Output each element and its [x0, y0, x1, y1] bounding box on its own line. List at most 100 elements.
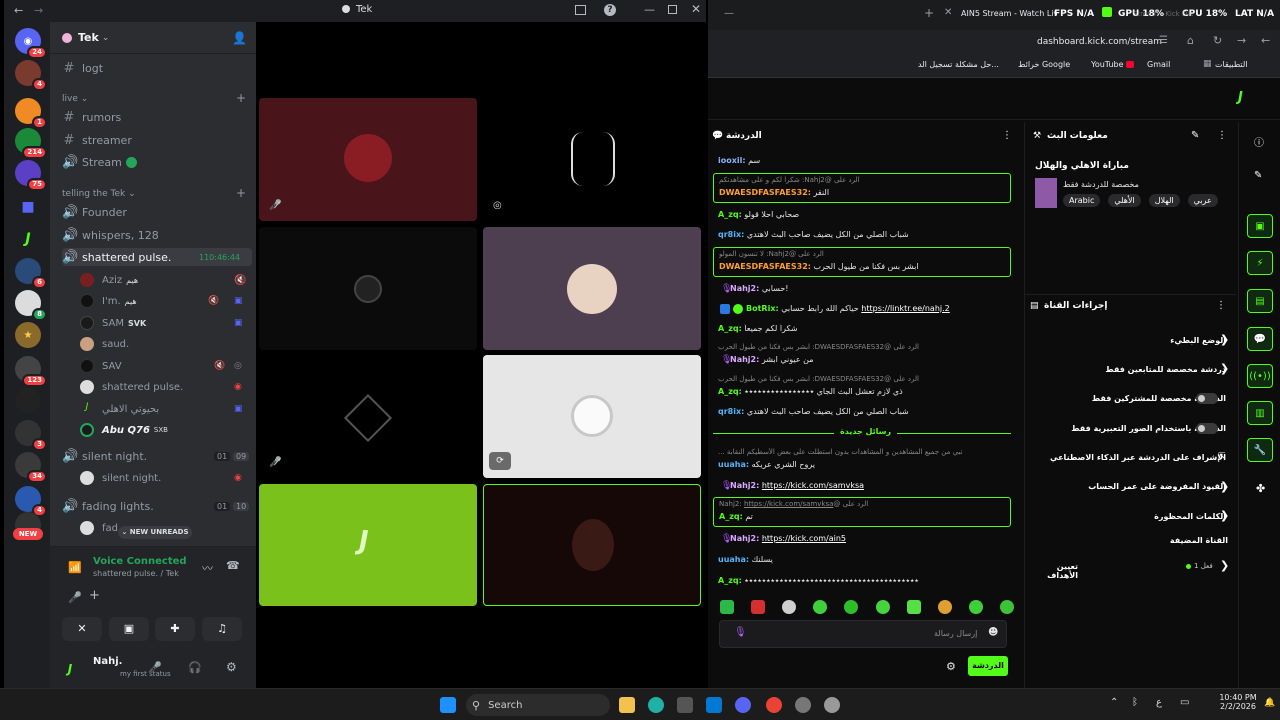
- tab-title[interactable]: AIN5 Stream - Watch Live on K: [961, 9, 1057, 18]
- video-tile[interactable]: ◎: [483, 98, 701, 221]
- search-box[interactable]: ⚲ Search: [466, 694, 610, 716]
- chevron-right-icon[interactable]: ❯: [1220, 480, 1229, 493]
- bookmark-apps[interactable]: التطبيقات: [1215, 60, 1247, 69]
- user[interactable]: Nahj2:: [730, 284, 759, 293]
- emote-icon[interactable]: [875, 600, 890, 614]
- more-icon[interactable]: ⋮: [1216, 300, 1226, 311]
- new-badge[interactable]: NEW: [13, 528, 43, 540]
- emote-icon[interactable]: [968, 600, 983, 614]
- voice-user[interactable]: SAV 🔇 ◎: [80, 357, 252, 375]
- folder-icon[interactable]: ■: [15, 194, 41, 220]
- edge-icon[interactable]: [648, 697, 664, 713]
- setting-ai-moderation[interactable]: الإشراف على الدردشة عبر الذكاء الاصطناعي: [1030, 453, 1226, 462]
- category-live[interactable]: live ⌄: [62, 94, 88, 104]
- more-icon[interactable]: ⋮: [1002, 130, 1012, 141]
- camera-button[interactable]: ✕: [62, 617, 102, 641]
- link[interactable]: https://linktr.ee/nahj.2: [861, 304, 950, 313]
- setting-slow-mode[interactable]: الوضع البطيء: [1030, 336, 1226, 345]
- link[interactable]: https://kick.com/samvksa: [762, 481, 864, 490]
- voice-user[interactable]: Abu Q76 SXB: [80, 421, 252, 439]
- settings-icon[interactable]: ⚙: [226, 660, 237, 674]
- server-icon[interactable]: 4: [15, 486, 47, 517]
- clock[interactable]: 10:40 PM 2/2/2026: [1218, 693, 1258, 711]
- send-button[interactable]: الدردشة: [968, 656, 1008, 676]
- server-icon[interactable]: 123: [15, 356, 47, 387]
- minimize-icon[interactable]: —: [644, 3, 655, 16]
- chat-input[interactable]: 🎙 إرسال رسالة ☻: [719, 620, 1007, 648]
- forward-icon[interactable]: →: [34, 4, 43, 17]
- rail-button[interactable]: ▣: [1247, 214, 1273, 238]
- rail-button[interactable]: ⚡: [1247, 251, 1273, 275]
- video-tile[interactable]: 🎤̸: [259, 355, 477, 478]
- tag[interactable]: الهلال: [1148, 194, 1180, 207]
- user[interactable]: Nahj2:: [730, 355, 759, 364]
- add-icon[interactable]: +: [89, 588, 100, 603]
- server-icon[interactable]: 75: [15, 160, 47, 191]
- voice-user[interactable]: silent night. ◉: [80, 469, 252, 487]
- link[interactable]: https://kick.com/ain5: [762, 534, 846, 543]
- server-icon[interactable]: J: [15, 226, 41, 252]
- inbox-icon[interactable]: [575, 5, 586, 15]
- pencil-icon[interactable]: ✎: [1254, 170, 1262, 181]
- user[interactable]: DWAESDFASFAES32:: [719, 262, 811, 271]
- user[interactable]: A_zq:: [718, 324, 742, 333]
- tune-icon[interactable]: ☰: [1159, 35, 1168, 46]
- emote-icon[interactable]: [844, 600, 859, 614]
- user[interactable]: Nahj2:: [730, 534, 759, 543]
- add-channel-icon[interactable]: +: [236, 186, 246, 200]
- close-icon[interactable]: ✕: [691, 2, 701, 16]
- server-icon[interactable]: 6: [15, 258, 47, 289]
- bookmark-youtube[interactable]: YouTube: [1091, 60, 1124, 69]
- video-tile[interactable]: J: [259, 484, 477, 606]
- voice-user[interactable]: I'm. هيم 🔇 ▣: [80, 292, 252, 310]
- file-explorer-icon[interactable]: [619, 697, 635, 713]
- maximize-icon[interactable]: [668, 5, 677, 14]
- soundboard-button[interactable]: ♫: [202, 617, 242, 641]
- mic-icon[interactable]: 🎤: [148, 661, 162, 674]
- rail-button[interactable]: ▥: [1247, 401, 1273, 425]
- voice-user[interactable]: J بحيوتي الاهلي ▣: [80, 400, 252, 418]
- user[interactable]: A_zq:: [718, 210, 742, 219]
- server-icon[interactable]: [15, 388, 41, 414]
- channel-founder[interactable]: 🔊 Founder: [62, 203, 252, 221]
- more-icon[interactable]: ⋮: [1217, 130, 1227, 141]
- rail-button[interactable]: 💬: [1247, 327, 1273, 351]
- close-tab-icon[interactable]: ✕: [944, 7, 952, 18]
- video-tile[interactable]: ⟳: [483, 355, 701, 478]
- voice-user[interactable]: Aziz هيم 🔇: [80, 271, 252, 289]
- video-tile[interactable]: [483, 227, 701, 350]
- settings-icon[interactable]: ⚙: [946, 660, 956, 673]
- chevron-right-icon[interactable]: ❯: [1220, 559, 1229, 572]
- bookmark-gmail[interactable]: Gmail: [1147, 60, 1170, 69]
- server-icon[interactable]: 8: [15, 290, 47, 321]
- bookmark-maps[interactable]: خرائط Google: [1018, 60, 1070, 69]
- emote-icon[interactable]: [999, 600, 1014, 614]
- video-tile[interactable]: [483, 484, 701, 606]
- language-icon[interactable]: ع: [1156, 697, 1162, 708]
- back-icon[interactable]: ←: [14, 4, 23, 17]
- noise-icon[interactable]: 〰: [202, 560, 213, 576]
- setting-account-age[interactable]: القيود المفروضة على عمر الحساب: [1030, 482, 1226, 491]
- share-screen-button[interactable]: ▣: [109, 617, 149, 641]
- server-icon[interactable]: 3: [15, 420, 47, 451]
- wifi-icon[interactable]: ▭: [1180, 697, 1189, 708]
- home-icon[interactable]: ⌂: [1187, 34, 1194, 47]
- user[interactable]: uuaha:: [718, 460, 749, 469]
- server-icon[interactable]: 34: [15, 452, 47, 483]
- server-icon[interactable]: 4: [15, 60, 47, 91]
- rail-button[interactable]: ▤: [1247, 289, 1273, 313]
- user[interactable]: DWAESDFASFAES32:: [719, 188, 811, 197]
- new-unreads-pill[interactable]: ⌄ NEW UNREADS: [118, 526, 192, 539]
- channel-fading-lights[interactable]: 🔊 fading lights. 01 10: [62, 497, 252, 515]
- add-user-icon[interactable]: 👤: [232, 31, 247, 45]
- discord-icon[interactable]: [735, 697, 751, 713]
- tab-title-2[interactable]: Stream - Kick Dashboard: [1133, 10, 1193, 18]
- server-icon[interactable]: 214: [15, 128, 47, 159]
- edit-icon[interactable]: ✎: [1191, 130, 1199, 141]
- activities-button[interactable]: ✚: [155, 617, 195, 641]
- voice-user[interactable]: saud.: [80, 335, 252, 353]
- channel-logt[interactable]: # logt: [62, 59, 252, 77]
- settings-icon[interactable]: [824, 697, 840, 713]
- url-field[interactable]: dashboard.kick.com/stream: [1037, 37, 1162, 47]
- rail-button[interactable]: 🔧: [1247, 438, 1273, 462]
